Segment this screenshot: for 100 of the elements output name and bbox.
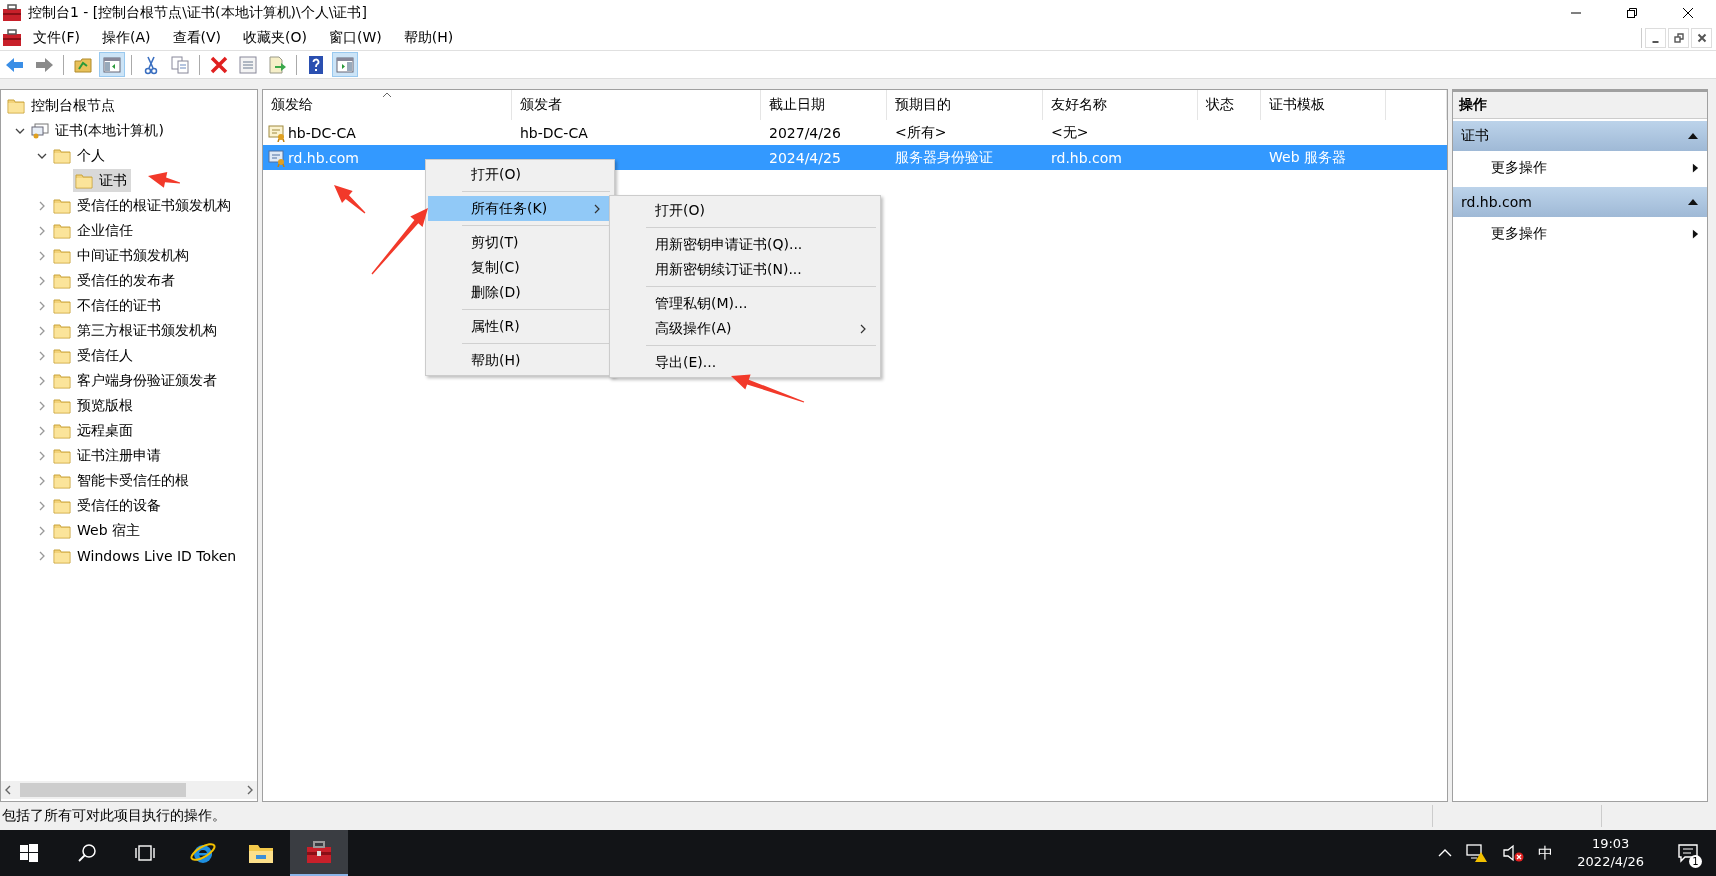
toolbox-taskbar-button[interactable] xyxy=(290,830,348,876)
menu-item[interactable]: 收藏夹(O) xyxy=(232,28,318,47)
folder-icon xyxy=(53,497,71,514)
menu-item[interactable]: 用新密钥申请证书(Q)... xyxy=(612,232,878,257)
horizontal-scrollbar[interactable] xyxy=(1,781,257,799)
menu-item[interactable]: 文件(F) xyxy=(22,28,91,47)
toolbox-icon[interactable] xyxy=(2,28,22,47)
collapse-icon[interactable] xyxy=(1687,132,1699,140)
action-section-header[interactable]: rd.hb.com xyxy=(1453,187,1707,217)
menu-item[interactable]: 复制(C) xyxy=(428,255,612,280)
task-view-icon xyxy=(134,843,156,863)
minimize-button[interactable] xyxy=(1645,27,1666,48)
tree-item[interactable]: 控制台根节点 xyxy=(5,94,119,117)
tree-item[interactable]: 证书 xyxy=(73,169,131,192)
sort-caret-icon xyxy=(382,92,392,98)
table-row[interactable]: hb-DC-CA hb-DC-CA 2027/4/26 <所有> <无> xyxy=(263,120,1447,145)
column-header[interactable]: 状态 xyxy=(1198,90,1261,120)
windows-logo-icon xyxy=(19,843,39,863)
menu-item[interactable]: 窗口(W) xyxy=(317,28,393,47)
tree-item[interactable]: 远程桌面 xyxy=(51,419,137,442)
chevron-right-icon[interactable] xyxy=(37,250,47,261)
column-header[interactable]: 证书模板 xyxy=(1261,90,1386,120)
chevron-right-icon[interactable] xyxy=(37,375,47,386)
menu-item[interactable]: 查看(V) xyxy=(161,28,232,47)
tree-item[interactable]: Web 宿主 xyxy=(51,519,144,542)
tree-item[interactable]: 预览版根 xyxy=(51,394,137,417)
tree-item[interactable]: 受信任的设备 xyxy=(51,494,165,517)
tree-item[interactable]: 智能卡受信任的根 xyxy=(51,469,193,492)
annotation-arrow xyxy=(334,185,366,214)
tree-item[interactable]: 证书(本地计算机) xyxy=(29,119,168,142)
tree-item[interactable]: 个人 xyxy=(51,144,109,167)
column-header[interactable]: 颁发者 xyxy=(512,90,761,120)
collapse-icon[interactable] xyxy=(1687,198,1699,206)
tree-item[interactable]: Windows Live ID Token xyxy=(51,544,241,567)
tree-item[interactable]: 中间证书颁发机构 xyxy=(51,244,193,267)
menu-item[interactable]: 属性(R) xyxy=(428,314,612,339)
minimize-icon xyxy=(1652,40,1659,43)
chevron-right-icon[interactable] xyxy=(37,425,47,436)
folder-icon xyxy=(53,272,71,289)
folder-icon xyxy=(53,222,71,239)
menu-item[interactable]: 删除(D) xyxy=(428,280,612,305)
chevron-right-icon[interactable] xyxy=(37,200,47,211)
notification-icon[interactable] xyxy=(1677,843,1699,863)
chevron-right-icon[interactable] xyxy=(37,275,47,286)
action-section-header[interactable]: 证书 xyxy=(1453,121,1707,151)
input-method-indicator[interactable]: 中 xyxy=(1538,843,1554,863)
clock-time[interactable]: 19:03 xyxy=(1591,835,1630,853)
column-header[interactable]: 截止日期 xyxy=(761,90,887,120)
show-action-pane-button[interactable] xyxy=(332,52,358,77)
scroll-right-icon[interactable] xyxy=(246,785,254,795)
menu-item[interactable]: 管理私钥(M)... xyxy=(612,291,878,316)
column-header[interactable]: 颁发给 xyxy=(263,90,512,120)
menu-item[interactable]: 高级操作(A) xyxy=(612,316,878,341)
tree-item[interactable]: 证书注册申请 xyxy=(51,444,165,467)
menu-item[interactable]: 打开(O) xyxy=(612,198,878,223)
chevron-right-icon[interactable] xyxy=(37,500,47,511)
menu-item[interactable]: 剪切(T) xyxy=(428,230,612,255)
folder-icon xyxy=(53,197,71,214)
action-item[interactable]: 更多操作 xyxy=(1491,159,1547,177)
annotation-arrow xyxy=(148,172,181,188)
menu-item[interactable]: 导出(E)... xyxy=(612,350,878,375)
close-button[interactable] xyxy=(1691,27,1712,48)
column-header[interactable]: 友好名称 xyxy=(1043,90,1198,120)
tree-item[interactable]: 第三方根证书颁发机构 xyxy=(51,319,221,342)
folder-icon xyxy=(53,247,71,264)
tree-item[interactable]: 企业信任 xyxy=(51,219,137,242)
table-cell: Web 服务器 xyxy=(1269,148,1346,167)
chevron-right-icon[interactable] xyxy=(37,450,47,461)
menu-item[interactable]: 用新密钥续订证书(N)... xyxy=(612,257,878,282)
volume-muted-icon[interactable] xyxy=(1502,843,1525,863)
show-tree-button[interactable] xyxy=(99,52,125,77)
actions-header: 操作 xyxy=(1453,92,1707,119)
certificate-icon xyxy=(268,148,286,167)
clock-date[interactable]: 2022/4/26 xyxy=(1577,853,1644,871)
tree-item[interactable]: 受信任人 xyxy=(51,344,137,367)
scroll-left-icon[interactable] xyxy=(4,785,12,795)
chevron-right-icon[interactable] xyxy=(37,350,47,361)
menu-item[interactable]: 操作(A) xyxy=(91,28,162,47)
chevron-up-icon[interactable] xyxy=(1438,849,1453,857)
chevron-right-icon[interactable] xyxy=(37,400,47,411)
chevron-right-icon[interactable] xyxy=(37,225,47,236)
chevron-right-icon[interactable] xyxy=(37,550,47,561)
network-warning-icon[interactable] xyxy=(1466,843,1489,863)
folder-icon xyxy=(53,547,71,564)
menu-item[interactable]: 所有任务(K) xyxy=(428,196,612,221)
chevron-right-icon[interactable] xyxy=(37,325,47,336)
action-item[interactable]: 更多操作 xyxy=(1491,225,1547,243)
tree-item[interactable]: 受信任的发布者 xyxy=(51,269,179,292)
table-cell: rd.hb.com xyxy=(288,149,359,166)
tree-item[interactable]: 客户端身份验证颁发者 xyxy=(51,369,221,392)
restore-icon xyxy=(1673,32,1684,43)
chevron-right-icon[interactable] xyxy=(37,525,47,536)
column-header[interactable]: 预期目的 xyxy=(887,90,1043,120)
menu-item[interactable]: 帮助(H) xyxy=(428,348,612,373)
chevron-right-icon[interactable] xyxy=(37,300,47,311)
tree-item[interactable]: 不信任的证书 xyxy=(51,294,165,317)
certificate-store-icon xyxy=(31,122,49,139)
chevron-right-icon[interactable] xyxy=(37,475,47,486)
menu-item[interactable]: 帮助(H) xyxy=(392,28,465,47)
tree-item[interactable]: 受信任的根证书颁发机构 xyxy=(51,194,235,217)
